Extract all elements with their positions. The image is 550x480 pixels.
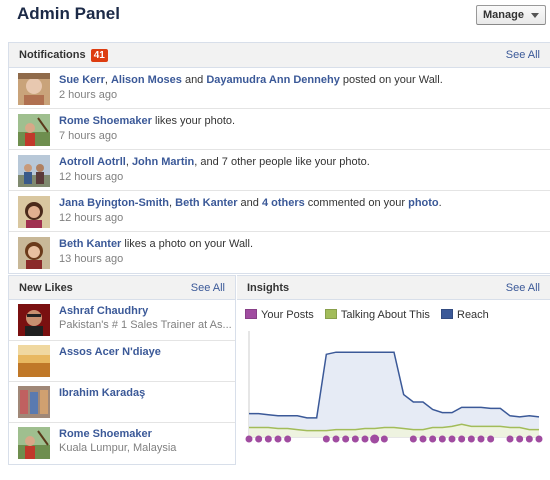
chart-legend: Your Posts Talking About This Reach [245, 309, 497, 321]
post-point [284, 435, 292, 443]
legend-reach[interactable]: Reach [441, 309, 489, 321]
legend-your-posts[interactable]: Your Posts [245, 309, 314, 321]
post-point [516, 435, 524, 443]
insights-see-all-link[interactable]: See All [506, 282, 540, 294]
post-point [370, 434, 380, 444]
like-name-link[interactable]: Ashraf Chaudhry [59, 305, 148, 317]
notification-actor-link[interactable]: Rome Shoemaker [59, 115, 152, 127]
notifications-see-all-link[interactable]: See All [506, 49, 540, 61]
notifications-title: Notifications 41 [19, 49, 108, 62]
legend-talking-about-this[interactable]: Talking About This [324, 309, 430, 321]
post-point [506, 435, 514, 443]
notification-time: 12 hours ago [59, 212, 124, 224]
post-point [409, 435, 417, 443]
post-point [477, 435, 485, 443]
like-subtitle: Kuala Lumpur, Malaysia [59, 442, 177, 454]
post-point [380, 435, 388, 443]
post-point [487, 435, 495, 443]
notification-item[interactable]: Jana Byington-Smith, Beth Kanter and 4 o… [9, 191, 550, 232]
notification-actor-link[interactable]: John Martin [132, 156, 194, 168]
new-likes-title: New Likes [19, 282, 73, 294]
notification-actor-link[interactable]: Aotroll Aotrll [59, 156, 126, 168]
avatar[interactable] [18, 196, 50, 228]
post-point [438, 435, 446, 443]
list-item[interactable]: Ashraf Chaudhry Pakistan's # 1 Sales Tra… [9, 300, 235, 341]
like-name-link[interactable]: Rome Shoemaker [59, 428, 152, 440]
notification-time: 7 hours ago [59, 130, 118, 142]
notifications-badge: 41 [90, 49, 108, 62]
notification-actor-link[interactable]: Dayamudra Ann Dennehy [206, 74, 339, 86]
notification-actor-link[interactable]: Beth Kanter [59, 238, 121, 250]
insights-chart [245, 331, 543, 444]
post-point [467, 435, 475, 443]
like-name-link[interactable]: Ibrahim Karadaş [59, 387, 145, 399]
insights-panel: Insights See All Your Posts Talking Abou… [237, 275, 550, 465]
post-point [525, 435, 533, 443]
post-point [322, 435, 330, 443]
post-point [419, 435, 427, 443]
reach-area [249, 352, 539, 437]
notification-actor-link[interactable]: Alison Moses [111, 74, 182, 86]
list-item[interactable]: Assos Acer N'diaye [9, 341, 235, 382]
notifications-header: Notifications 41 See All [9, 43, 550, 68]
post-point [351, 435, 359, 443]
insights-header: Insights See All [237, 275, 550, 300]
notification-time: 2 hours ago [59, 89, 118, 101]
legend-swatch [245, 309, 257, 319]
new-likes-panel: New Likes See All Ashraf Chaudhry Pakist… [8, 275, 236, 465]
post-point [274, 435, 282, 443]
list-item[interactable]: Rome Shoemaker Kuala Lumpur, Malaysia [9, 423, 235, 464]
notification-time: 13 hours ago [59, 253, 124, 265]
notification-others-link[interactable]: 4 others [262, 197, 305, 209]
page-title: Admin Panel [17, 4, 120, 23]
chevron-down-icon [531, 13, 539, 18]
post-point [332, 435, 340, 443]
notification-item[interactable]: Sue Kerr, Alison Moses and Dayamudra Ann… [9, 68, 550, 109]
new-likes-header: New Likes See All [9, 275, 235, 300]
notification-item[interactable]: Rome Shoemaker likes your photo. 7 hours… [9, 109, 550, 150]
admin-panel-header: Admin Panel Manage [0, 0, 550, 34]
like-name-link[interactable]: Assos Acer N'diaye [59, 346, 161, 358]
notification-photo-link[interactable]: photo [408, 197, 439, 209]
post-point [448, 435, 456, 443]
avatar[interactable] [18, 237, 50, 269]
avatar[interactable] [18, 155, 50, 187]
legend-swatch [324, 309, 337, 319]
post-point [458, 435, 466, 443]
legend-swatch [441, 309, 453, 319]
post-point [264, 435, 272, 443]
insights-title: Insights [247, 282, 290, 294]
avatar[interactable] [18, 114, 50, 146]
post-point [245, 435, 253, 443]
avatar[interactable] [18, 345, 50, 377]
manage-label: Manage [483, 9, 524, 21]
new-likes-see-all-link[interactable]: See All [191, 282, 225, 294]
post-point [361, 435, 369, 443]
notification-time: 12 hours ago [59, 171, 124, 183]
notifications-panel: Notifications 41 See All Sue Kerr, Aliso… [8, 42, 550, 274]
manage-button[interactable]: Manage [476, 5, 546, 25]
notification-actor-link[interactable]: Beth Kanter [175, 197, 237, 209]
post-point [429, 435, 437, 443]
notification-actor-link[interactable]: Jana Byington-Smith [59, 197, 169, 209]
notification-item[interactable]: Aotroll Aotrll, John Martin, and 7 other… [9, 150, 550, 191]
avatar[interactable] [18, 304, 50, 336]
post-point [342, 435, 350, 443]
avatar[interactable] [18, 386, 50, 418]
like-subtitle: Pakistan's # 1 Sales Trainer at As... [59, 319, 232, 331]
notification-item[interactable]: Beth Kanter likes a photo on your Wall. … [9, 232, 550, 273]
post-point [255, 435, 263, 443]
notification-actor-link[interactable]: Sue Kerr [59, 74, 105, 86]
list-item[interactable]: Ibrahim Karadaş [9, 382, 235, 423]
post-point [535, 435, 543, 443]
avatar[interactable] [18, 427, 50, 459]
avatar[interactable] [18, 73, 50, 105]
